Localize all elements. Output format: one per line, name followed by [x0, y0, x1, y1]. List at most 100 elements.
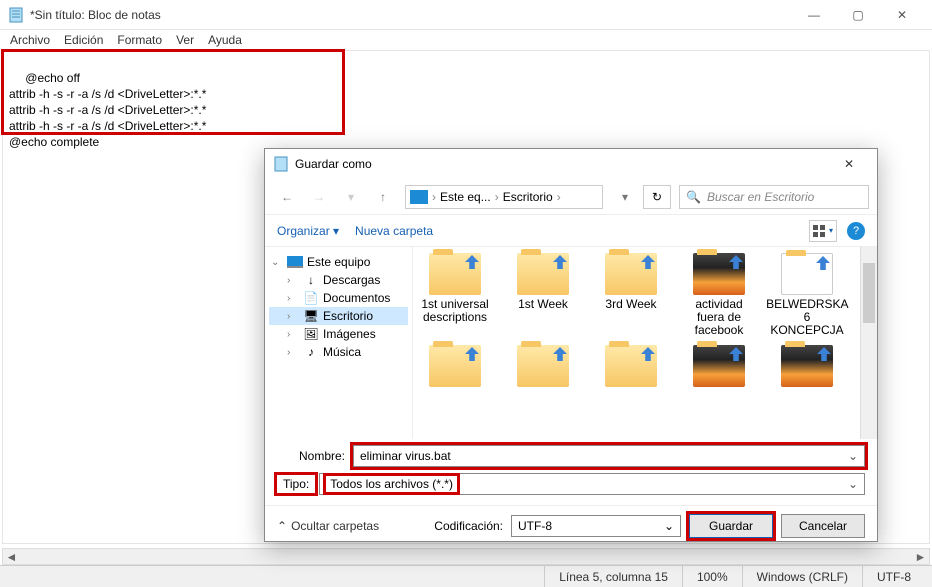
- save-as-dialog: Guardar como ✕ ← → ▾ ↑ › Este eq... › Es…: [264, 148, 878, 542]
- chevron-right-icon: ›: [432, 190, 436, 204]
- chevron-up-icon: ⌃: [277, 519, 287, 533]
- chevron-down-icon[interactable]: ⌄: [848, 449, 858, 463]
- chevron-right-icon: ›: [287, 293, 299, 304]
- nav-forward-button[interactable]: →: [305, 184, 333, 210]
- menu-file[interactable]: Archivo: [10, 33, 50, 47]
- search-input[interactable]: 🔍 Buscar en Escritorio: [679, 185, 869, 209]
- tree-this-pc[interactable]: ⌄ Este equipo: [269, 253, 408, 271]
- chevron-down-icon: ⌄: [271, 257, 283, 268]
- folder-item[interactable]: actividad fuera de facebook: [681, 253, 757, 337]
- folder-icon: 🖥: [303, 309, 319, 323]
- filename-input[interactable]: eliminar virus.bat ⌄: [353, 445, 865, 467]
- scroll-left-icon[interactable]: ◄: [3, 549, 20, 564]
- folder-grid[interactable]: 1st universal descriptions 1st Week 3rd We…: [413, 247, 860, 439]
- chevron-down-icon: ⌄: [664, 519, 674, 533]
- folder-icon: [781, 253, 833, 295]
- filetype-label: Tipo:: [277, 475, 315, 493]
- menu-view[interactable]: Ver: [176, 33, 194, 47]
- status-encoding: UTF-8: [862, 566, 932, 587]
- nav-recent-button[interactable]: ▾: [337, 184, 365, 210]
- chevron-right-icon: ›: [557, 190, 561, 204]
- status-zoom: 100%: [682, 566, 742, 587]
- folder-item[interactable]: [769, 345, 845, 390]
- folder-item[interactable]: [505, 345, 581, 390]
- close-button[interactable]: ✕: [880, 0, 924, 30]
- nav-up-button[interactable]: ↑: [369, 184, 397, 210]
- refresh-button[interactable]: ↻: [643, 185, 671, 209]
- folder-tree: ⌄ Este equipo ›↓Descargas›📄Documentos›🖥E…: [265, 247, 413, 439]
- folder-item[interactable]: [417, 345, 493, 390]
- new-folder-button[interactable]: Nueva carpeta: [355, 224, 433, 238]
- folder-icon: ↓: [303, 273, 319, 287]
- folder-item[interactable]: 1st universal descriptions: [417, 253, 493, 337]
- tree-item[interactable]: › ↓ Descargas: [269, 271, 408, 289]
- tree-item[interactable]: › ♪ Música: [269, 343, 408, 361]
- window-title: *Sin título: Bloc de notas: [30, 8, 792, 22]
- folder-icon: [605, 253, 657, 295]
- dialog-titlebar: Guardar como ✕: [265, 149, 877, 179]
- encoding-label: Codificación:: [434, 519, 503, 533]
- hide-folders-button[interactable]: ⌃ Ocultar carpetas: [277, 519, 379, 533]
- tree-item[interactable]: › 🖥 Escritorio: [269, 307, 408, 325]
- folder-item[interactable]: [593, 345, 669, 390]
- vertical-scrollbar[interactable]: [860, 247, 877, 439]
- folder-item[interactable]: 3rd Week: [593, 253, 669, 337]
- organize-button[interactable]: Organizar ▾: [277, 224, 339, 238]
- horizontal-scrollbar[interactable]: ◄ ►: [2, 548, 930, 565]
- maximize-button[interactable]: ▢: [836, 0, 880, 30]
- help-button[interactable]: ?: [847, 222, 865, 240]
- tree-item-label: Descargas: [323, 273, 380, 287]
- status-eol: Windows (CRLF): [742, 566, 862, 587]
- menubar: Archivo Edición Formato Ver Ayuda: [0, 30, 932, 50]
- folder-icon: ♪: [303, 345, 319, 359]
- filetype-select[interactable]: Todos los archivos (*.*) ⌄: [319, 473, 865, 495]
- dialog-navbar: ← → ▾ ↑ › Este eq... › Escritorio › ▾ ↻ …: [265, 179, 877, 215]
- notepad-titlebar: *Sin título: Bloc de notas — ▢ ✕: [0, 0, 932, 30]
- breadcrumb-dropdown-button[interactable]: ▾: [611, 184, 639, 210]
- tree-item-label: Imágenes: [323, 327, 376, 341]
- chevron-right-icon: ›: [287, 347, 299, 358]
- search-icon: 🔍: [686, 190, 701, 204]
- minimize-button[interactable]: —: [792, 0, 836, 30]
- dialog-close-button[interactable]: ✕: [829, 150, 869, 178]
- breadcrumb-root[interactable]: Este eq...: [440, 190, 491, 204]
- view-mode-button[interactable]: ▾: [809, 220, 837, 242]
- folder-icon: 🖼: [303, 327, 319, 341]
- chevron-right-icon: ›: [287, 329, 299, 340]
- folder-icon: [781, 345, 833, 387]
- folder-label: actividad fuera de facebook: [681, 298, 757, 337]
- menu-help[interactable]: Ayuda: [208, 33, 242, 47]
- chevron-right-icon: ›: [287, 275, 299, 286]
- chevron-down-icon[interactable]: ⌄: [848, 477, 858, 491]
- folder-label: 3rd Week: [605, 298, 656, 311]
- pc-icon: [287, 255, 303, 269]
- folder-icon: 📄: [303, 291, 319, 305]
- folder-label: 1st universal descriptions: [417, 298, 493, 324]
- encoding-select[interactable]: UTF-8 ⌄: [511, 515, 681, 537]
- menu-edit[interactable]: Edición: [64, 33, 103, 47]
- folder-icon: [693, 253, 745, 295]
- save-button[interactable]: Guardar: [689, 514, 773, 538]
- notepad-icon: [8, 7, 24, 23]
- folder-item[interactable]: [681, 345, 757, 390]
- breadcrumb[interactable]: › Este eq... › Escritorio ›: [405, 185, 603, 209]
- folder-label: 1st Week: [518, 298, 568, 311]
- menu-format[interactable]: Formato: [117, 33, 162, 47]
- breadcrumb-current[interactable]: Escritorio: [503, 190, 553, 204]
- cancel-button[interactable]: Cancelar: [781, 514, 865, 538]
- folder-item[interactable]: 1st Week: [505, 253, 581, 337]
- tree-root-label: Este equipo: [307, 255, 370, 269]
- tree-item[interactable]: ›📄Documentos: [269, 289, 408, 307]
- chevron-right-icon: ›: [287, 311, 299, 322]
- search-placeholder: Buscar en Escritorio: [707, 190, 814, 204]
- dialog-footer: ⌃ Ocultar carpetas Codificación: UTF-8 ⌄…: [265, 505, 877, 546]
- folder-label: BELWEDRSKA 6 KONCEPCJA: [766, 298, 848, 337]
- statusbar: Línea 5, columna 15 100% Windows (CRLF) …: [0, 565, 932, 587]
- filetype-value: Todos los archivos (*.*): [326, 476, 457, 492]
- scroll-right-icon[interactable]: ►: [912, 549, 929, 564]
- folder-item[interactable]: BELWEDRSKA 6 KONCEPCJA: [769, 253, 845, 337]
- tree-item[interactable]: › 🖼 Imágenes: [269, 325, 408, 343]
- tree-item-label: Escritorio: [323, 309, 373, 323]
- nav-back-button[interactable]: ←: [273, 184, 301, 210]
- tree-item-label: Música: [323, 345, 361, 359]
